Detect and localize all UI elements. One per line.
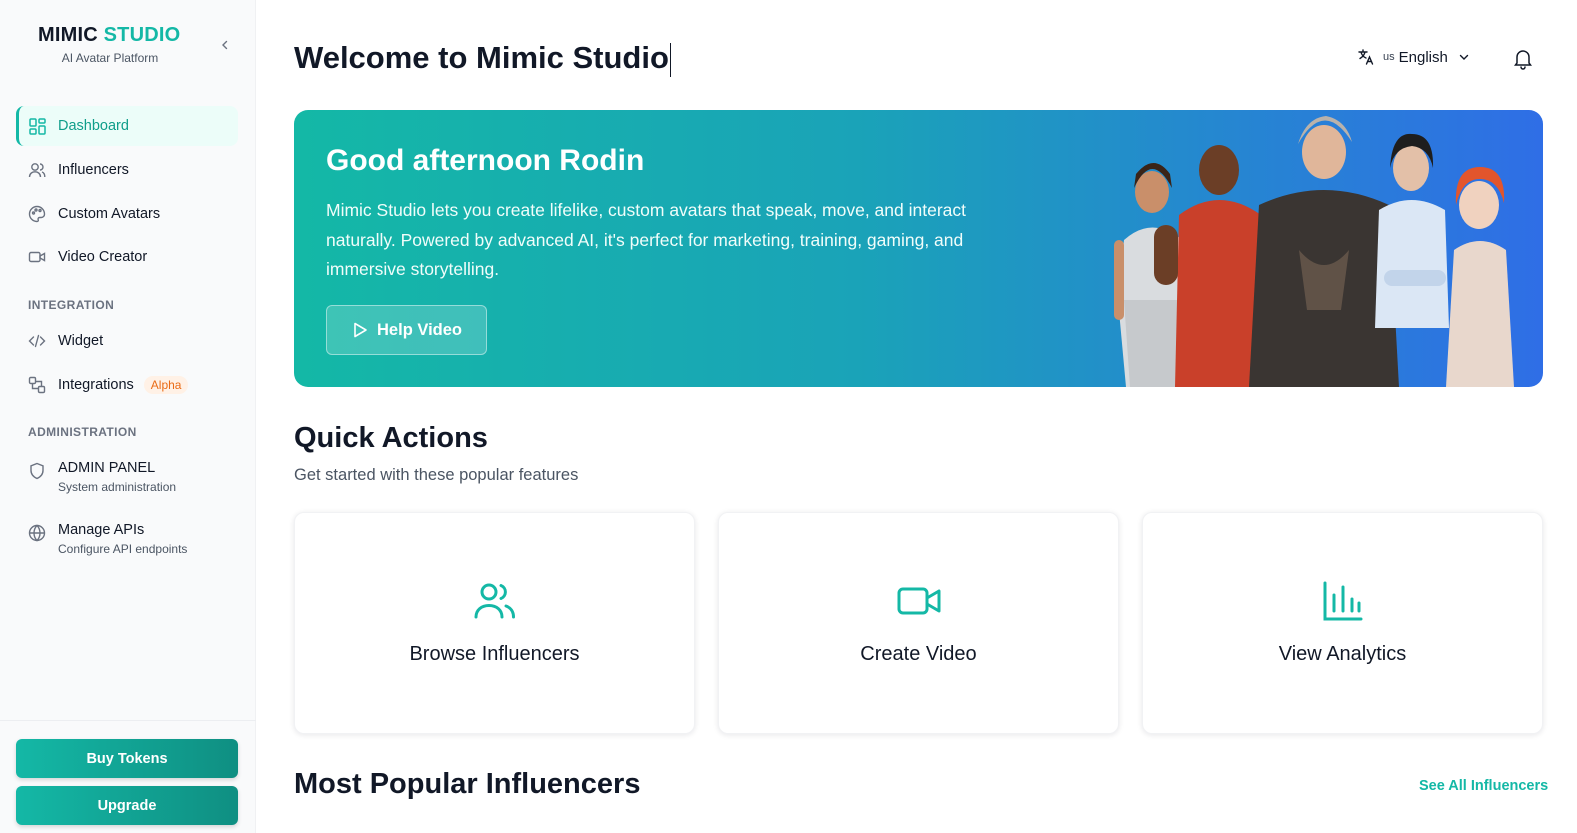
video-camera-icon bbox=[897, 587, 940, 614]
greeting: Good afternoon Rodin bbox=[326, 144, 645, 177]
sidebar-footer: Buy Tokens Upgrade bbox=[0, 720, 256, 833]
sidebar-item-admin-panel[interactable]: ADMIN PANEL System administration bbox=[16, 460, 238, 494]
create-video-card[interactable]: Create Video bbox=[718, 512, 1119, 734]
card-label: Create Video bbox=[860, 642, 977, 665]
translate-icon bbox=[1358, 49, 1374, 65]
admin-panel-label: ADMIN PANEL bbox=[58, 460, 156, 476]
sidebar-item-custom-avatars[interactable]: Custom Avatars bbox=[16, 194, 238, 234]
dashboard-icon bbox=[28, 117, 46, 135]
bar-chart-icon bbox=[1323, 581, 1362, 620]
chevron-left-icon bbox=[222, 40, 228, 50]
sidebar-item-widget[interactable]: Widget bbox=[16, 321, 238, 361]
alpha-badge: Alpha bbox=[143, 376, 189, 394]
collapse-sidebar-button[interactable] bbox=[216, 36, 234, 54]
language-label: English bbox=[1398, 48, 1448, 66]
video-icon bbox=[28, 248, 46, 266]
avatar-figure-4 bbox=[1375, 133, 1449, 328]
notifications-button[interactable] bbox=[1511, 46, 1535, 70]
admin-panel-sub: System administration bbox=[58, 480, 177, 494]
integrations-icon bbox=[28, 376, 46, 394]
upgrade-button[interactable]: Upgrade bbox=[16, 786, 238, 825]
sidebar-item-influencers[interactable]: Influencers bbox=[16, 150, 238, 190]
language-code: us bbox=[1383, 51, 1395, 63]
hero-description: Mimic Studio lets you create lifelike, c… bbox=[326, 200, 967, 279]
view-analytics-card[interactable]: View Analytics bbox=[1142, 512, 1543, 734]
sidebar-item-label: Influencers bbox=[58, 162, 129, 178]
help-video-button[interactable]: Help Video bbox=[326, 305, 487, 355]
sidebar-item-manage-apis[interactable]: Manage APIs Configure API endpoints bbox=[16, 522, 238, 556]
users-icon bbox=[474, 583, 515, 618]
section-label-administration: ADMINISTRATION bbox=[28, 425, 137, 439]
sidebar-item-label: Widget bbox=[58, 333, 104, 349]
brand-subtitle: AI Avatar Platform bbox=[61, 51, 159, 65]
section-label-integration: INTEGRATION bbox=[28, 298, 115, 312]
sidebar: MIMIC STUDIO AI Avatar Platform Dashboar… bbox=[0, 0, 256, 833]
sidebar-item-label: Video Creator bbox=[58, 249, 148, 265]
avatar-figure-3 bbox=[1249, 116, 1399, 387]
users-icon bbox=[28, 161, 46, 179]
avatar-figure-5 bbox=[1446, 167, 1514, 387]
card-label: Browse Influencers bbox=[409, 642, 580, 665]
globe-icon bbox=[28, 524, 46, 542]
brand-logo[interactable]: MIMIC STUDIO AI Avatar Platform bbox=[38, 24, 182, 65]
help-video-label: Help Video bbox=[377, 320, 462, 339]
chevron-down-icon bbox=[1459, 54, 1469, 60]
palette-icon bbox=[28, 205, 46, 223]
language-selector[interactable]: us English bbox=[1357, 48, 1470, 66]
shield-icon bbox=[28, 462, 46, 480]
code-icon bbox=[28, 332, 46, 350]
see-all-influencers-link[interactable]: See All Influencers bbox=[1419, 778, 1548, 794]
welcome-banner: Good afternoon Rodin Mimic Studio lets y… bbox=[294, 110, 1543, 387]
bell-icon bbox=[1514, 50, 1532, 70]
play-icon bbox=[354, 322, 367, 338]
sidebar-item-label: Integrations bbox=[58, 377, 134, 393]
sidebar-item-label: Dashboard bbox=[58, 118, 129, 134]
text-cursor bbox=[669, 42, 672, 77]
avatars-illustration bbox=[1114, 116, 1514, 387]
sidebar-item-label: Custom Avatars bbox=[58, 206, 161, 222]
popular-influencers-title: Most Popular Influencers bbox=[294, 768, 641, 800]
sidebar-item-integrations[interactable]: Integrations Alpha bbox=[16, 365, 238, 405]
brand-title: MIMIC STUDIO bbox=[38, 24, 181, 46]
sidebar-item-video-creator[interactable]: Video Creator bbox=[16, 237, 238, 277]
quick-actions-title: Quick Actions bbox=[294, 422, 488, 454]
manage-apis-sub: Configure API endpoints bbox=[58, 542, 188, 556]
page-title: Welcome to Mimic Studio bbox=[294, 40, 672, 77]
quick-actions-subtitle: Get started with these popular features bbox=[294, 466, 579, 484]
sidebar-item-dashboard[interactable]: Dashboard bbox=[16, 106, 238, 146]
browse-influencers-card[interactable]: Browse Influencers bbox=[294, 512, 695, 734]
buy-tokens-button[interactable]: Buy Tokens bbox=[16, 739, 238, 778]
card-label: View Analytics bbox=[1278, 642, 1407, 665]
manage-apis-label: Manage APIs bbox=[58, 522, 145, 538]
